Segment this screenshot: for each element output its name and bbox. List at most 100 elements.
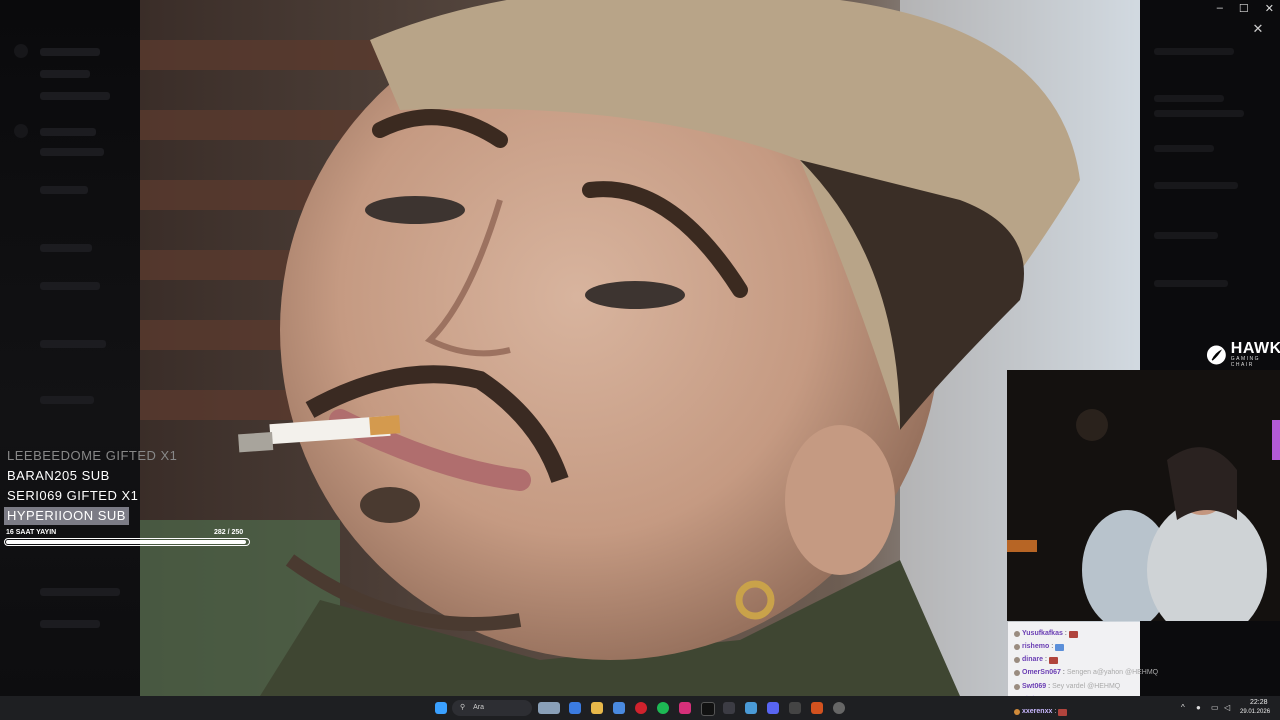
- ghost-row: [1154, 280, 1228, 287]
- start-icon[interactable]: [435, 702, 447, 714]
- ghost-row: [40, 244, 92, 252]
- logo-name: HAWK: [1230, 340, 1280, 357]
- emote-icon: [1048, 656, 1058, 664]
- close-icon[interactable]: ✕: [1248, 20, 1268, 38]
- ghost-row: [40, 340, 106, 348]
- chat-username[interactable]: Yusufkafkas: [1022, 629, 1063, 639]
- chat-separator: :: [1045, 656, 1047, 663]
- goal-progress-fill: [6, 540, 246, 544]
- chat-separator: :: [1064, 630, 1067, 637]
- search-box[interactable]: ⚲ Ara: [452, 700, 532, 716]
- ghost-row: [1154, 145, 1214, 152]
- chat-message: OmerSn067 : Sengen a@yahon @HEHMQ: [1014, 668, 1158, 678]
- chat-message: Yusufkafkas :: [1014, 629, 1078, 639]
- ghost-row: [40, 92, 110, 100]
- microphone-icon[interactable]: ●: [1196, 703, 1201, 712]
- chat-message: dinare :: [1014, 655, 1058, 665]
- chat-username[interactable]: rishemo: [1022, 642, 1049, 652]
- event-user: BARAN205: [7, 468, 78, 483]
- event-action: SUB: [97, 508, 126, 523]
- chat-message: Swt069 : Sey vardel @HEHMQ: [1014, 682, 1120, 692]
- search-placeholder: Ara: [473, 704, 484, 711]
- ghost-row: [1154, 232, 1218, 239]
- goal-label: 16 SAAT YAYIN: [6, 529, 57, 536]
- store-icon[interactable]: [613, 702, 625, 714]
- opera-icon[interactable]: [635, 702, 647, 714]
- spotify-icon[interactable]: [657, 702, 669, 714]
- clock-time[interactable]: 22:28: [1250, 699, 1268, 706]
- event-user: SERI069: [7, 488, 63, 503]
- ghost-row: [1154, 95, 1224, 102]
- event-user: HYPERIIOON: [7, 508, 94, 523]
- chat-message: xxerenxx :: [1014, 707, 1068, 717]
- chat-separator: :: [1054, 708, 1057, 715]
- user-badge-icon: [1014, 670, 1020, 676]
- emote-icon: [1058, 708, 1068, 716]
- event-item: SERI069 GIFTED X1: [4, 487, 141, 505]
- main-photo: [140, 0, 1140, 696]
- ghost-row: [40, 70, 90, 78]
- portrait-photo: [140, 0, 1140, 696]
- widgets-icon[interactable]: [538, 702, 560, 714]
- ghost-row: [1154, 110, 1244, 117]
- user-badge-icon: [1014, 631, 1020, 637]
- steam-icon[interactable]: [723, 702, 735, 714]
- event-action: GIFTED X1: [105, 448, 178, 463]
- feather-icon: [1206, 345, 1226, 365]
- tray-chevron-icon[interactable]: ^: [1181, 703, 1185, 712]
- user-badge-icon: [1014, 709, 1020, 715]
- chat-text: Sengen a@yahon @HEHMQ: [1066, 669, 1159, 676]
- webcam-feed: [1007, 370, 1280, 621]
- minimize-icon[interactable]: –: [1217, 2, 1223, 15]
- ghost-row: [40, 148, 104, 156]
- app-icon[interactable]: [811, 702, 823, 714]
- monitor-icon[interactable]: ▭: [1211, 703, 1219, 712]
- event-user: LEEBEEDOME: [7, 448, 102, 463]
- clock-date[interactable]: 29.01.2026: [1240, 709, 1270, 715]
- ghost-row: [1154, 182, 1238, 189]
- goal-count: 282 / 250: [214, 529, 244, 536]
- window-close-icon[interactable]: ✕: [1265, 2, 1274, 15]
- ghost-row: [40, 620, 100, 628]
- ghost-avatar: [14, 44, 28, 58]
- event-action: GIFTED X1: [66, 488, 139, 503]
- event-item: BARAN205 SUB: [4, 467, 113, 485]
- copilot-icon[interactable]: [569, 702, 581, 714]
- chat-username[interactable]: Swt069: [1022, 682, 1046, 692]
- window-controls: – ☐ ✕: [1217, 2, 1274, 15]
- ghost-row: [40, 396, 94, 404]
- instagram-icon[interactable]: [679, 702, 691, 714]
- emote-icon: [1055, 643, 1065, 651]
- ghost-row: [40, 186, 88, 194]
- search-icon: ⚲: [460, 704, 466, 711]
- chat-username[interactable]: dinare: [1022, 655, 1043, 665]
- user-badge-icon: [1014, 644, 1020, 650]
- app-icon[interactable]: [745, 702, 757, 714]
- ghost-row: [1154, 48, 1234, 55]
- obs-icon[interactable]: [833, 702, 845, 714]
- chat-separator: :: [1048, 683, 1051, 690]
- logo-tagline: GAMING CHAIR: [1230, 356, 1261, 368]
- user-badge-icon: [1014, 684, 1020, 690]
- event-action: SUB: [81, 468, 110, 483]
- hawk-logo: HAWK GAMING CHAIR: [1206, 340, 1280, 368]
- ghost-avatar: [14, 124, 28, 138]
- ghost-row: [40, 282, 100, 290]
- ghost-row: [40, 588, 120, 596]
- event-item: HYPERIIOON SUB: [4, 507, 129, 525]
- app-icon[interactable]: [789, 702, 801, 714]
- tiktok-icon[interactable]: [701, 702, 715, 716]
- chat-username[interactable]: xxerenxx: [1022, 707, 1052, 717]
- volume-icon[interactable]: ◁: [1224, 703, 1230, 712]
- maximize-icon[interactable]: ☐: [1239, 2, 1249, 15]
- chat-separator: :: [1062, 669, 1065, 676]
- ghost-row: [40, 128, 96, 136]
- chat-separator: :: [1051, 643, 1054, 650]
- chat-message: rishemo :: [1014, 642, 1065, 652]
- user-badge-icon: [1014, 657, 1020, 663]
- discord-icon[interactable]: [767, 702, 779, 714]
- file-explorer-icon[interactable]: [591, 702, 603, 714]
- chat-text: Sey vardel @HEHMQ: [1052, 683, 1121, 690]
- chat-username[interactable]: OmerSn067: [1022, 668, 1061, 678]
- webcam-image: [1007, 370, 1280, 621]
